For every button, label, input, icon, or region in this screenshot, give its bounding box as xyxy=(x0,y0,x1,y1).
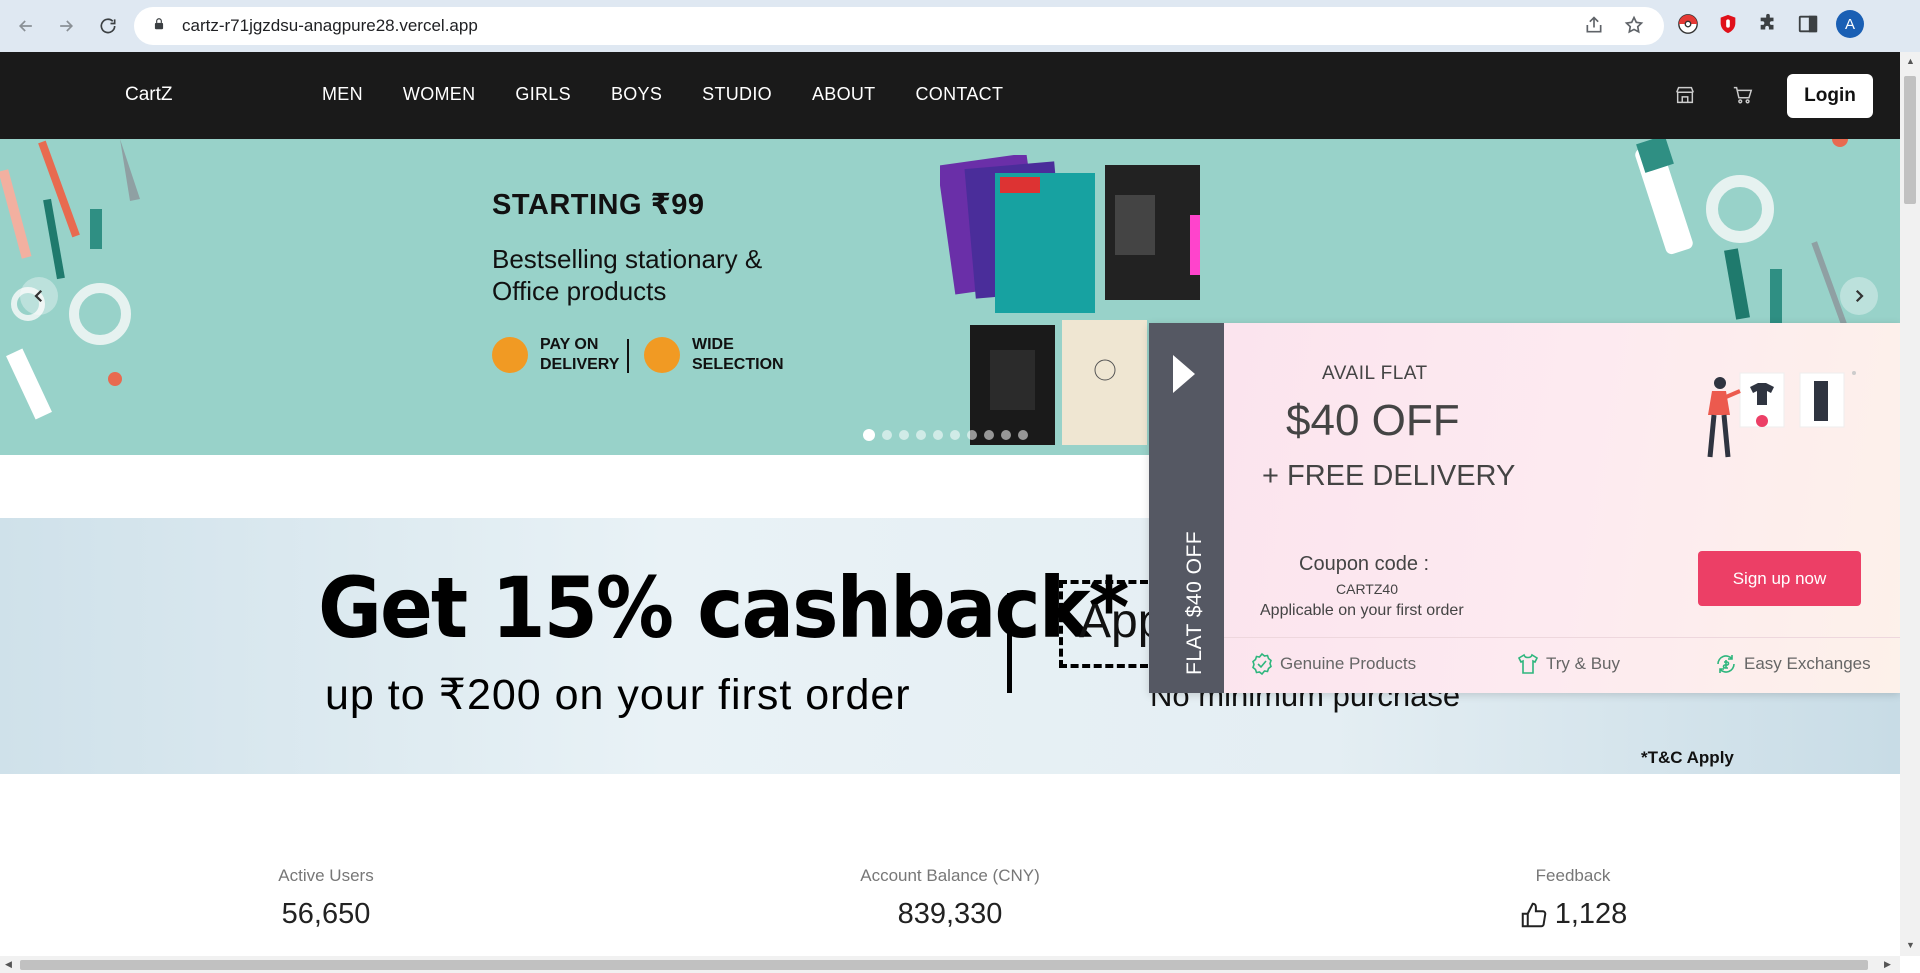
arrow-left-icon xyxy=(18,20,32,32)
address-bar[interactable]: cartz-r71jgzdsu-anagpure28.vercel.app xyxy=(134,7,1664,45)
horizontal-scroll-thumb[interactable] xyxy=(20,960,1868,970)
chevron-left-icon xyxy=(34,289,43,303)
perks-row: Genuine Products Try & Buy Easy Exchange… xyxy=(1224,637,1900,693)
login-button[interactable]: Login xyxy=(1787,74,1873,118)
coupon-code: CARTZ40 xyxy=(1336,581,1398,597)
carousel-next-button[interactable] xyxy=(1840,277,1878,315)
nav-girls[interactable]: GIRLS xyxy=(515,84,571,105)
play-arrow-icon[interactable] xyxy=(1171,353,1197,395)
side-panel-icon[interactable] xyxy=(1796,12,1820,36)
nav-boys[interactable]: BOYS xyxy=(611,84,662,105)
offer-popup-content: AVAIL FLAT $40 OFF + FREE DELIVERY Coupo… xyxy=(1224,323,1900,693)
profile-avatar[interactable]: A xyxy=(1836,10,1864,38)
sign-up-button[interactable]: Sign up now xyxy=(1698,551,1861,606)
nav-contact[interactable]: CONTACT xyxy=(915,84,1003,105)
exchange-icon xyxy=(1717,655,1735,673)
nav-about[interactable]: ABOUT xyxy=(812,84,876,105)
badge-divider xyxy=(627,339,629,373)
selection-icon xyxy=(644,337,680,373)
pokeball-extension-icon[interactable] xyxy=(1676,12,1700,36)
pay-on-delivery-badge: PAY ON DELIVERY xyxy=(492,335,630,375)
puzzle-extensions-icon[interactable] xyxy=(1756,12,1780,36)
carousel-dot[interactable] xyxy=(933,430,943,440)
discount-amount: $40 OFF xyxy=(1286,396,1460,445)
avail-flat-text: AVAIL FLAT xyxy=(1322,363,1428,384)
offer-popup: FLAT $40 OFF AVAIL FLAT $40 OFF + FREE D… xyxy=(1149,323,1900,693)
scroll-up-arrow-icon[interactable]: ▲ xyxy=(1906,56,1915,66)
perk-genuine-products: Genuine Products xyxy=(1250,652,1416,676)
carousel-dot[interactable] xyxy=(916,430,926,440)
offer-popup-tab[interactable]: FLAT $40 OFF xyxy=(1149,323,1224,693)
store-icon[interactable] xyxy=(1674,84,1696,111)
scroll-right-arrow-icon[interactable]: ▶ xyxy=(1884,959,1891,970)
arrow-right-icon xyxy=(60,20,74,32)
carousel-dot[interactable] xyxy=(950,430,960,440)
site-header: CartZ MEN WOMEN GIRLS BOYS STUDIO ABOUT … xyxy=(0,52,1900,139)
url-text: cartz-r71jgzdsu-anagpure28.vercel.app xyxy=(182,16,478,35)
carousel-prev-button[interactable] xyxy=(20,277,58,315)
coupon-note: Applicable on your first order xyxy=(1260,602,1464,619)
cashback-tc: *T&C Apply xyxy=(1641,748,1734,767)
scroll-left-arrow-icon[interactable]: ◀ xyxy=(5,959,12,970)
stat-active-users: Active Users 56,650 xyxy=(278,866,374,930)
perk-easy-exchanges: Easy Exchanges xyxy=(1714,652,1871,676)
tshirt-icon xyxy=(1517,653,1539,674)
vertical-scroll-thumb[interactable] xyxy=(1904,76,1916,204)
hero-subtitle: Bestselling stationary & Office products xyxy=(492,244,763,306)
carousel-dot[interactable] xyxy=(967,430,977,440)
nav-women[interactable]: WOMEN xyxy=(403,84,476,105)
scroll-down-arrow-icon[interactable]: ▼ xyxy=(1906,940,1915,950)
chevron-right-icon xyxy=(1855,289,1864,303)
share-icon[interactable] xyxy=(1584,15,1604,40)
cashback-divider xyxy=(1007,593,1012,693)
carousel-dot[interactable] xyxy=(984,430,994,440)
verified-badge-icon xyxy=(1252,652,1272,676)
stat-feedback: Feedback 1,128 xyxy=(1480,866,1666,931)
browser-toolbar: cartz-r71jgzdsu-anagpure28.vercel.app A xyxy=(0,0,1920,52)
cart-icon[interactable] xyxy=(1732,84,1754,111)
cashback-title: Get 15% cashback* xyxy=(318,560,1129,658)
vertical-scrollbar[interactable]: ▲ ▼ xyxy=(1900,52,1920,956)
lock-icon xyxy=(152,17,166,36)
shopping-illustration xyxy=(1707,371,1856,458)
coupon-label: Coupon code : xyxy=(1299,553,1430,575)
carousel-indicators xyxy=(863,429,1028,441)
bookmark-star-icon[interactable] xyxy=(1624,15,1644,40)
nav-men[interactable]: MEN xyxy=(322,84,363,105)
site-logo[interactable]: CartZ xyxy=(125,84,173,106)
horizontal-scrollbar[interactable]: ◀ ▶ xyxy=(0,956,1900,973)
flat-off-vertical-label: FLAT $40 OFF xyxy=(1183,530,1206,675)
wide-selection-badge: WIDE SELECTION xyxy=(644,335,784,375)
reload-icon xyxy=(100,18,116,34)
nav-studio[interactable]: STUDIO xyxy=(702,84,772,105)
carousel-dot[interactable] xyxy=(1001,430,1011,440)
delivery-icon xyxy=(492,337,528,373)
thumbs-up-icon[interactable] xyxy=(1519,900,1549,930)
reload-button[interactable] xyxy=(90,8,126,44)
shield-extension-icon[interactable] xyxy=(1716,12,1740,36)
back-button[interactable] xyxy=(8,8,44,44)
cashback-subtitle: up to ₹200 on your first order xyxy=(325,671,911,719)
carousel-dot[interactable] xyxy=(882,430,892,440)
hero-title: STARTING ₹99 xyxy=(492,189,705,221)
carousel-dot[interactable] xyxy=(899,430,909,440)
perk-try-and-buy: Try & Buy xyxy=(1516,652,1620,676)
stat-account-balance: Account Balance (CNY) 839,330 xyxy=(860,866,1040,930)
carousel-dot[interactable] xyxy=(1018,430,1028,440)
free-delivery-text: + FREE DELIVERY xyxy=(1262,460,1516,492)
carousel-dot[interactable] xyxy=(863,429,875,441)
forward-button[interactable] xyxy=(48,8,84,44)
main-nav: MEN WOMEN GIRLS BOYS STUDIO ABOUT CONTAC… xyxy=(322,84,1043,105)
